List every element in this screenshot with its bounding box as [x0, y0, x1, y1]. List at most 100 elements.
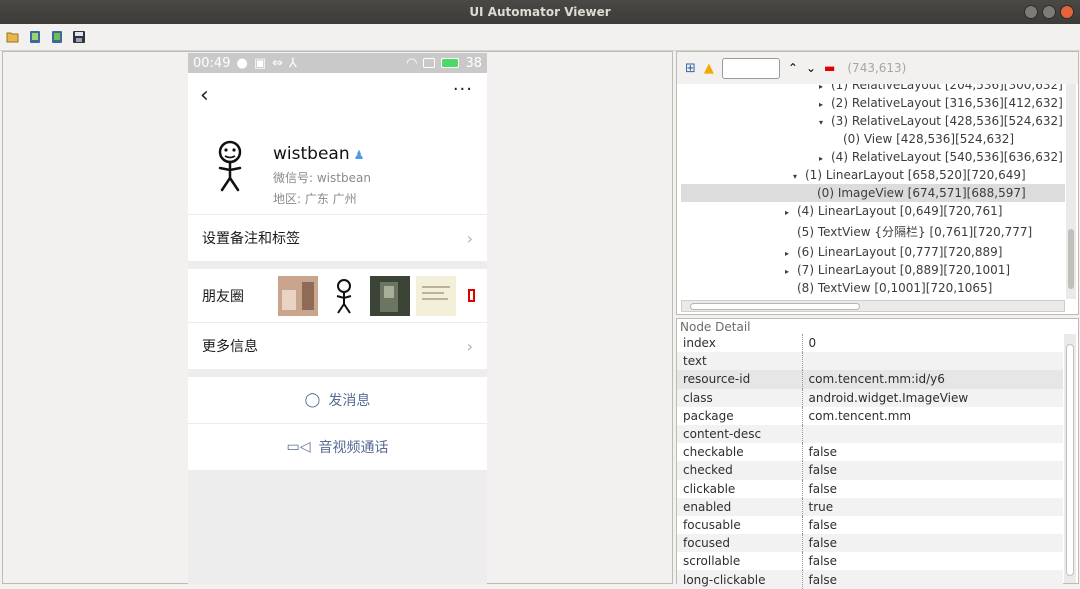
tree-node[interactable]: ▸ (4) RelativeLayout [540,536][636,632]: [819, 148, 1063, 166]
property-value: false: [808, 554, 838, 569]
tree-node[interactable]: ▾ (3) RelativeLayout [428,536][524,632]: [819, 112, 1063, 130]
node-detail-row[interactable]: class android.widget.ImageView: [677, 388, 1063, 407]
tree-node[interactable]: ▾ (1) LinearLayout [658,520][720,649]: [793, 166, 1026, 184]
window-titlebar: UI Automator Viewer: [0, 0, 1080, 24]
chat-notification-icon: ●: [236, 55, 248, 71]
property-value: com.tencent.mm:id/y6: [802, 370, 1063, 389]
wechat-id: 微信号: wistbean: [273, 171, 371, 185]
property-value: true: [802, 497, 1063, 516]
node-detail-row[interactable]: index 0: [677, 334, 1063, 353]
tree-node[interactable]: ▸ (4) LinearLayout [0,649][720,761]: [785, 202, 1002, 220]
hierarchy-tree[interactable]: ▸ (1) RelativeLayout [204,536][300,632] ▸…: [681, 84, 1065, 299]
property-key: clickable: [677, 479, 803, 498]
cursor-coordinates: (743,613): [847, 61, 907, 75]
send-message-button[interactable]: ◯ 发消息: [188, 377, 487, 423]
property-key: resource-id: [677, 370, 803, 389]
node-detail-row[interactable]: enabled true: [677, 497, 1063, 516]
hierarchy-panel: ⊞ ▲ ⌃ ⌄ ▬ (743,613) ▸ (1) RelativeLayout …: [676, 51, 1079, 315]
node-detail-row[interactable]: resource-id com.tencent.mm:id/y6: [677, 370, 1063, 389]
node-detail-row[interactable]: scrollable false: [677, 552, 1063, 571]
tree-horizontal-scrollbar[interactable]: [681, 300, 1065, 312]
chat-bubble-icon: ◯: [304, 392, 321, 408]
property-key: scrollable: [677, 552, 803, 571]
moments-thumbnail-1: [278, 275, 318, 316]
chevron-up-icon[interactable]: ⌃: [788, 61, 798, 75]
gender-icon: ♟: [353, 148, 365, 162]
tree-vertical-scrollbar[interactable]: [1066, 84, 1076, 299]
remark-tag-row[interactable]: 设置备注和标签 ›: [188, 215, 487, 261]
battery-icon: [441, 58, 460, 68]
property-key: focusable: [677, 515, 803, 535]
clear-icon[interactable]: ▬: [824, 61, 835, 75]
property-key: checkable: [677, 443, 803, 462]
search-input[interactable]: [721, 57, 780, 79]
main-toolbar: [0, 24, 1080, 51]
node-detail-row[interactable]: package com.tencent.mm: [677, 406, 1063, 425]
tree-node[interactable]: ▸ (1) RelativeLayout [204,536][300,632]: [819, 84, 1063, 94]
window-title: UI Automator Viewer: [469, 5, 611, 19]
open-folder-icon[interactable]: [6, 30, 20, 44]
node-detail-row[interactable]: checkable false: [677, 443, 1063, 462]
chevron-right-icon: ›: [466, 336, 473, 356]
scrollbar-thumb[interactable]: [1066, 344, 1074, 576]
maximize-button[interactable]: [1042, 5, 1056, 19]
back-icon[interactable]: ‹: [200, 83, 209, 108]
scrollbar-thumb[interactable]: [690, 303, 860, 310]
property-value: false: [802, 534, 1063, 553]
property-value: 0: [808, 336, 817, 351]
node-detail-scrollbar[interactable]: [1064, 334, 1076, 583]
node-detail-row[interactable]: focused false: [677, 534, 1063, 553]
node-detail-row[interactable]: focusable false: [677, 515, 1063, 535]
property-value: [802, 352, 1063, 371]
tree-node[interactable]: ▸ (2) RelativeLayout [316,536][412,632]: [819, 94, 1063, 112]
profile-name-row: wistbean ♟: [273, 144, 364, 164]
tree-node[interactable]: ▸ (6) LinearLayout [0,777][720,889]: [785, 243, 1002, 261]
minimize-button[interactable]: [1024, 5, 1038, 19]
save-icon[interactable]: [72, 30, 86, 44]
device-screenshot[interactable]: 00:49 ● ▣ ⇔ ⅄ ◠ 38 ‹ ··· wistbean ♟ 微信号: …: [188, 53, 487, 584]
tree-node[interactable]: (8) TextView [0,1001][720,1065]: [785, 279, 992, 297]
node-detail-row[interactable]: clickable false: [677, 479, 1063, 498]
wifi-icon: ◠: [406, 55, 418, 71]
tree-node-selected[interactable]: (0) ImageView [674,571][688,597]: [681, 184, 1065, 202]
download-icon: ▣: [253, 55, 267, 71]
property-value: com.tencent.mm: [808, 408, 912, 423]
property-value: false: [802, 461, 1063, 480]
video-call-label: 音视频通话: [318, 440, 389, 456]
node-detail-row[interactable]: checked false: [677, 461, 1063, 480]
close-button[interactable]: [1060, 5, 1074, 19]
remark-tag-label: 设置备注和标签: [202, 231, 300, 247]
property-key: text: [677, 352, 803, 371]
node-detail-row[interactable]: text: [677, 352, 1063, 371]
scrollbar-thumb[interactable]: [1068, 229, 1074, 289]
send-message-label: 发消息: [328, 393, 371, 409]
property-key: content-desc: [677, 424, 803, 444]
region: 地区: 广东 广州: [273, 192, 357, 206]
video-call-button[interactable]: ▭◁ 音视频通话: [188, 424, 487, 470]
device-screenshot-compressed-icon[interactable]: [50, 30, 64, 44]
more-info-label: 更多信息: [202, 339, 258, 355]
profile-name: wistbean: [273, 144, 350, 164]
debug-icon: ⅄: [289, 55, 297, 71]
tree-node[interactable]: (0) View [428,536][524,632]: [831, 130, 1014, 148]
property-value: android.widget.ImageView: [802, 388, 1063, 407]
more-options-icon[interactable]: ···: [453, 79, 473, 100]
device-screenshot-icon[interactable]: [28, 30, 42, 44]
hierarchy-toolbar: ⊞ ▲ ⌃ ⌄ ▬ (743,613): [677, 52, 1078, 84]
node-detail-row[interactable]: content-desc: [677, 424, 1063, 444]
avatar[interactable]: [202, 137, 258, 195]
property-key: enabled: [677, 497, 803, 516]
more-info-row[interactable]: 更多信息 ›: [188, 323, 487, 369]
property-value: [802, 424, 1063, 444]
tree-node[interactable]: (5) TextView {分隔栏} [0,761][720,777]: [785, 223, 1032, 241]
battery-level: 38: [465, 55, 482, 71]
warning-icon[interactable]: ▲: [704, 61, 714, 76]
tree-node[interactable]: ▸ (7) LinearLayout [0,889][720,1001]: [785, 261, 1010, 279]
expand-all-icon[interactable]: ⊞: [685, 61, 696, 76]
property-key: checked: [677, 461, 803, 480]
property-value: false: [808, 481, 838, 496]
chevron-down-icon[interactable]: ⌄: [806, 61, 816, 75]
property-value: false: [808, 445, 838, 460]
moments-thumbnail-3: [370, 275, 410, 316]
moments-row[interactable]: 朋友圈: [188, 269, 487, 322]
